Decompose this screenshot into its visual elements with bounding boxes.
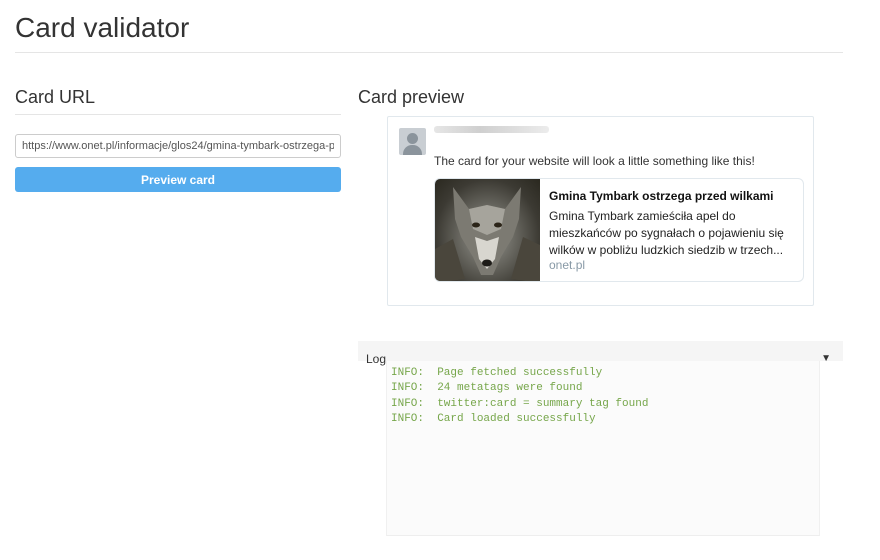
user-name-placeholder [434, 126, 549, 133]
triangle-down-icon[interactable]: ▼ [821, 353, 831, 364]
card-title: Gmina Tymbark ostrzega przed wilkami [549, 189, 774, 203]
tweet-text: The card for your website will look a li… [434, 154, 755, 168]
log-line: INFO: 24 metatags were found [391, 382, 583, 395]
card-description: Gmina Tymbark zamieściła apel do mieszka… [549, 209, 784, 257]
log-output: INFO: Page fetched successfully INFO: 24… [386, 361, 820, 536]
log-line: INFO: Page fetched successfully [391, 367, 603, 379]
log-header[interactable]: Log ▼ [358, 341, 843, 366]
avatar [399, 128, 426, 155]
log-label: Log [366, 352, 387, 366]
card-preview-heading: Card preview [358, 87, 465, 107]
page-title: Card validator [15, 12, 190, 43]
title-divider [15, 52, 843, 53]
log-panel: Log ▼ INFO: Page fetched successfully IN… [358, 341, 843, 541]
card-image [435, 179, 540, 281]
card-url-input[interactable] [15, 134, 341, 158]
tweet-preview: The card for your website will look a li… [387, 116, 814, 306]
card-url-heading: Card URL [15, 87, 96, 107]
log-line: INFO: twitter:card = summary tag found [391, 397, 649, 410]
log-line: INFO: Card loaded successfully [391, 412, 596, 425]
preview-card-button[interactable]: Preview card [15, 167, 341, 192]
summary-card[interactable]: Gmina Tymbark ostrzega przed wilkami Gmi… [434, 178, 804, 282]
card-url-divider [15, 114, 341, 115]
card-domain: onet.pl [549, 258, 586, 272]
